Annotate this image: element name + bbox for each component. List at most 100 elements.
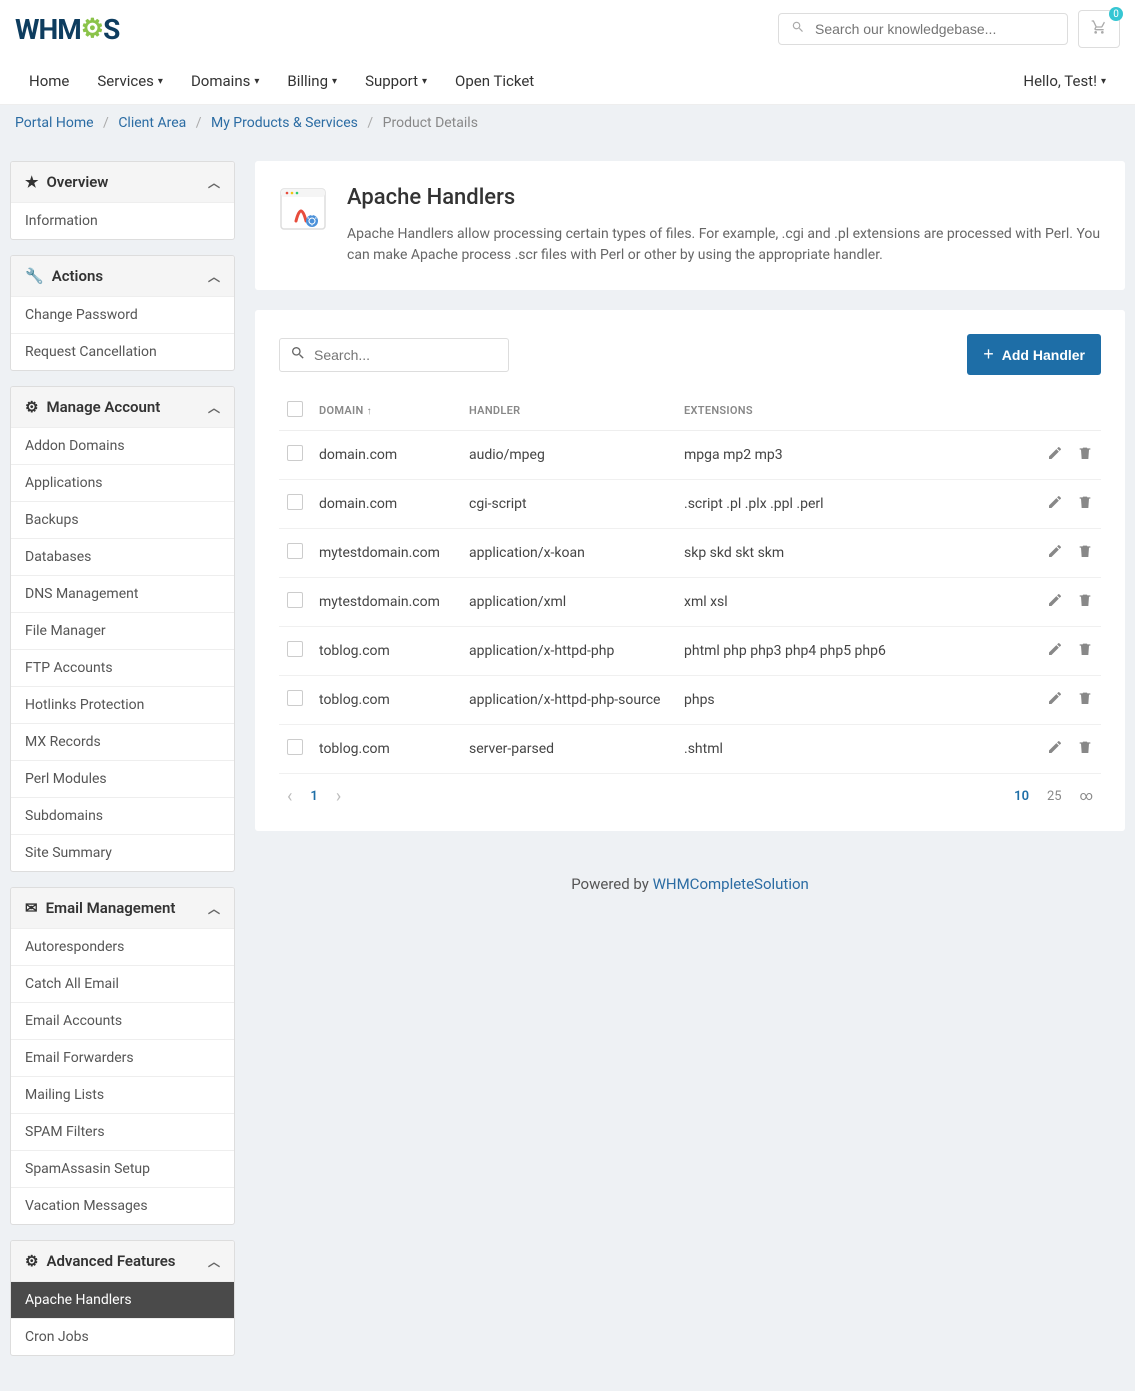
nav-open-ticket[interactable]: Open Ticket [441, 58, 548, 104]
prev-page-button[interactable]: ‹ [287, 786, 292, 807]
footer-link[interactable]: WHMCompleteSolution [653, 875, 809, 893]
cart-button[interactable]: 0 [1078, 10, 1120, 48]
chevron-up-icon: ︿ [208, 399, 220, 416]
cart-badge: 0 [1109, 7, 1123, 21]
table-search[interactable] [279, 338, 509, 372]
search-icon [791, 20, 805, 38]
caret-down-icon: ▾ [158, 76, 163, 87]
edit-button[interactable] [1047, 543, 1063, 563]
table-search-input[interactable] [314, 347, 498, 363]
row-checkbox[interactable] [287, 494, 303, 510]
sidebar-item[interactable]: SpamAssasin Setup [11, 1150, 234, 1187]
page-number[interactable]: 1 [310, 789, 317, 804]
sidebar-item[interactable]: Hotlinks Protection [11, 686, 234, 723]
breadcrumb-client-area[interactable]: Client Area [118, 115, 186, 131]
caret-down-icon: ▾ [1101, 76, 1106, 87]
sidebar-item[interactable]: Cron Jobs [11, 1318, 234, 1355]
breadcrumb-my-products[interactable]: My Products & Services [211, 115, 358, 131]
logo[interactable]: WHM⚙S [15, 13, 119, 46]
sidebar-item[interactable]: File Manager [11, 612, 234, 649]
sidebar-item[interactable]: Apache Handlers [11, 1281, 234, 1318]
panel-manage-account: ⚙Manage Account ︿ Addon DomainsApplicati… [10, 386, 235, 872]
chevron-up-icon: ︿ [208, 268, 220, 285]
nav-domains[interactable]: Domains▾ [177, 58, 273, 104]
delete-button[interactable] [1077, 543, 1093, 563]
select-all-checkbox[interactable] [287, 401, 303, 417]
sidebar-item[interactable]: MX Records [11, 723, 234, 760]
table-row: domain.comaudio/mpegmpga mp2 mp3 [279, 431, 1101, 480]
sidebar-item[interactable]: DNS Management [11, 575, 234, 612]
add-handler-button[interactable]: + Add Handler [967, 334, 1101, 375]
sidebar-item[interactable]: Autoresponders [11, 928, 234, 965]
nav-billing-label: Billing [287, 72, 328, 90]
chevron-up-icon: ︿ [208, 174, 220, 191]
page-size-option[interactable]: 10 [1014, 789, 1029, 804]
column-domain[interactable]: DOMAIN [319, 404, 364, 417]
panel-header-manage[interactable]: ⚙Manage Account ︿ [11, 387, 234, 427]
nav-user-label: Hello, Test! [1023, 72, 1097, 90]
cell-extensions: phps [676, 676, 1021, 725]
delete-button[interactable] [1077, 445, 1093, 465]
nav-services[interactable]: Services▾ [83, 58, 177, 104]
panel-header-email[interactable]: ✉Email Management ︿ [11, 888, 234, 928]
next-page-button[interactable]: › [336, 786, 341, 807]
edit-button[interactable] [1047, 592, 1063, 612]
delete-button[interactable] [1077, 641, 1093, 661]
row-checkbox[interactable] [287, 543, 303, 559]
sidebar-item[interactable]: Email Forwarders [11, 1039, 234, 1076]
nav-user-menu[interactable]: Hello, Test! ▾ [1009, 58, 1120, 104]
column-handler[interactable]: HANDLER [469, 404, 520, 417]
sidebar-item[interactable]: Catch All Email [11, 965, 234, 1002]
sidebar-item[interactable]: Addon Domains [11, 427, 234, 464]
page-title: Apache Handlers [347, 185, 1101, 210]
delete-button[interactable] [1077, 690, 1093, 710]
sidebar-item[interactable]: Vacation Messages [11, 1187, 234, 1224]
table-row: toblog.comapplication/x-httpd-php-source… [279, 676, 1101, 725]
cell-handler: application/x-httpd-php [461, 627, 676, 676]
row-checkbox[interactable] [287, 641, 303, 657]
sidebar-item[interactable]: Mailing Lists [11, 1076, 234, 1113]
delete-button[interactable] [1077, 592, 1093, 612]
nav-support[interactable]: Support▾ [351, 58, 441, 104]
page-description: Apache Handlers allow processing certain… [347, 224, 1101, 266]
edit-button[interactable] [1047, 690, 1063, 710]
row-checkbox[interactable] [287, 592, 303, 608]
sidebar-item[interactable]: Email Accounts [11, 1002, 234, 1039]
sidebar-item[interactable]: FTP Accounts [11, 649, 234, 686]
sidebar-item[interactable]: Site Summary [11, 834, 234, 871]
sidebar-item[interactable]: Databases [11, 538, 234, 575]
sidebar-item[interactable]: Change Password [11, 296, 234, 333]
panel-header-overview[interactable]: ★Overview ︿ [11, 162, 234, 202]
panel-header-advanced[interactable]: ⚙Advanced Features ︿ [11, 1241, 234, 1281]
page-size-option[interactable]: ∞ [1080, 789, 1093, 804]
cell-handler: application/x-koan [461, 529, 676, 578]
row-checkbox[interactable] [287, 739, 303, 755]
breadcrumb-portal-home[interactable]: Portal Home [15, 115, 94, 131]
delete-button[interactable] [1077, 739, 1093, 759]
table-row: mytestdomain.comapplication/x-koanskp sk… [279, 529, 1101, 578]
sidebar-item[interactable]: SPAM Filters [11, 1113, 234, 1150]
nav-billing[interactable]: Billing▾ [273, 58, 351, 104]
sidebar-item[interactable]: Backups [11, 501, 234, 538]
cell-extensions: phtml php php3 php4 php5 php6 [676, 627, 1021, 676]
row-checkbox[interactable] [287, 690, 303, 706]
delete-button[interactable] [1077, 494, 1093, 514]
edit-button[interactable] [1047, 641, 1063, 661]
sidebar-item[interactable]: Request Cancellation [11, 333, 234, 370]
edit-button[interactable] [1047, 739, 1063, 759]
row-checkbox[interactable] [287, 445, 303, 461]
nav-home[interactable]: Home [15, 58, 83, 104]
sidebar-item[interactable]: Perl Modules [11, 760, 234, 797]
sidebar-item[interactable]: Applications [11, 464, 234, 501]
sidebar-item[interactable]: Subdomains [11, 797, 234, 834]
page-size-option[interactable]: 25 [1047, 789, 1062, 804]
cart-icon [1091, 19, 1107, 35]
cell-domain: toblog.com [311, 725, 461, 774]
sidebar-item[interactable]: Information [11, 202, 234, 239]
knowledgebase-search[interactable] [778, 13, 1068, 45]
column-extensions[interactable]: EXTENSIONS [684, 404, 753, 417]
edit-button[interactable] [1047, 445, 1063, 465]
panel-header-actions[interactable]: 🔧Actions ︿ [11, 256, 234, 296]
knowledgebase-search-input[interactable] [815, 21, 1055, 37]
edit-button[interactable] [1047, 494, 1063, 514]
